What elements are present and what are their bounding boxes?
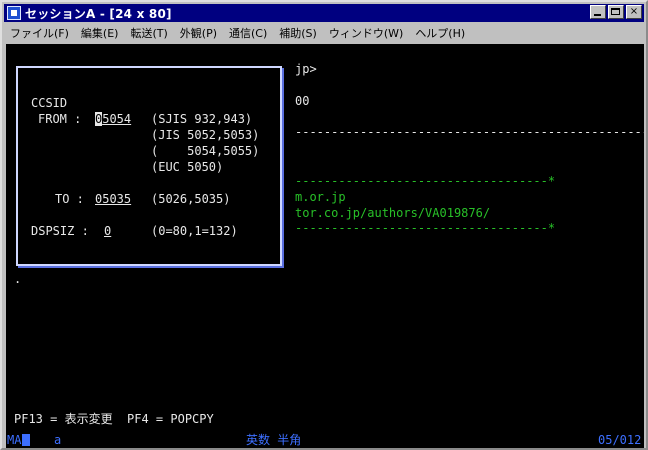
from-input-rest: 5054 <box>102 112 132 126</box>
menu-communication[interactable]: 通信(C) <box>223 25 273 41</box>
menu-help[interactable]: ヘルプ(H) <box>409 25 471 41</box>
ccsid-dialog: CCSID FROM : 05054 (SJIS 932,943) (JIS 5… <box>16 66 282 266</box>
menu-window[interactable]: ウィンドウ(W) <box>323 25 409 41</box>
green-separator-bottom: -----------------------------------* <box>295 221 556 235</box>
from-input[interactable]: 05054 <box>95 112 131 126</box>
minimize-button[interactable] <box>590 5 606 19</box>
from-hint-other: ( 5054,5055) <box>151 144 260 158</box>
menu-file[interactable]: ファイル(F) <box>4 25 75 41</box>
prompt-tail: jp> <box>295 62 317 76</box>
url-text: tor.co.jp/authors/VA019876/ <box>295 206 491 220</box>
dspsiz-hint: (0=80,1=132) <box>151 224 238 238</box>
input-mode-indicator: 英数 半角 <box>246 433 302 447</box>
menu-assist[interactable]: 補助(S) <box>273 25 323 41</box>
title-bar[interactable]: セッションA - [24 x 80] × <box>4 4 644 22</box>
window-title: セッションA - [24 x 80] <box>25 6 172 21</box>
menu-edit[interactable]: 編集(E) <box>75 25 125 41</box>
dash-separator: ----------------------------------------… <box>295 125 644 139</box>
from-label: FROM : <box>38 112 82 126</box>
green-separator-top: -----------------------------------* <box>295 174 556 188</box>
mode-label: MA <box>7 433 22 447</box>
menu-bar: ファイル(F) 編集(E) 転送(T) 外観(P) 通信(C) 補助(S) ウィ… <box>4 23 644 43</box>
app-icon[interactable] <box>7 6 21 20</box>
dspsiz-label: DSPSIZ : <box>31 224 89 238</box>
terminal-line-00: 00 <box>295 94 310 108</box>
host-text: m.or.jp <box>295 190 346 204</box>
maximize-button[interactable] <box>608 5 624 19</box>
to-hint: (5026,5035) <box>151 192 231 206</box>
menu-appearance[interactable]: 外観(P) <box>174 25 223 41</box>
to-label: TO : <box>55 192 84 206</box>
dspsiz-input[interactable]: 0 <box>104 224 111 238</box>
from-hint-sjis: (SJIS 932,943) <box>151 112 253 126</box>
menu-transfer[interactable]: 転送(T) <box>124 25 173 41</box>
mode-indicator: MA <box>6 432 30 448</box>
stray-dot: . <box>14 272 22 286</box>
cursor-position: 05/012 <box>598 433 642 447</box>
from-hint-euc: (EUC 5050) <box>151 160 224 174</box>
to-input[interactable]: 05035 <box>95 192 131 206</box>
status-cursor-block <box>22 434 30 446</box>
emulator-window: セッションA - [24 x 80] × ファイル(F) 編集(E) 転送(T)… <box>0 0 648 450</box>
pf-key-hint: PF13 = 表示変更 PF4 = POPCPY <box>14 412 214 426</box>
ccsid-heading: CCSID <box>31 96 68 110</box>
status-indicator: a <box>54 433 62 447</box>
status-bar: MA a 英数 半角 05/012 <box>6 432 644 448</box>
terminal-screen[interactable]: jp> 00 ---------------------------------… <box>6 44 644 432</box>
close-button[interactable]: × <box>626 5 642 19</box>
from-hint-jis: (JIS 5052,5053) <box>151 128 260 142</box>
window-controls: × <box>590 5 642 19</box>
